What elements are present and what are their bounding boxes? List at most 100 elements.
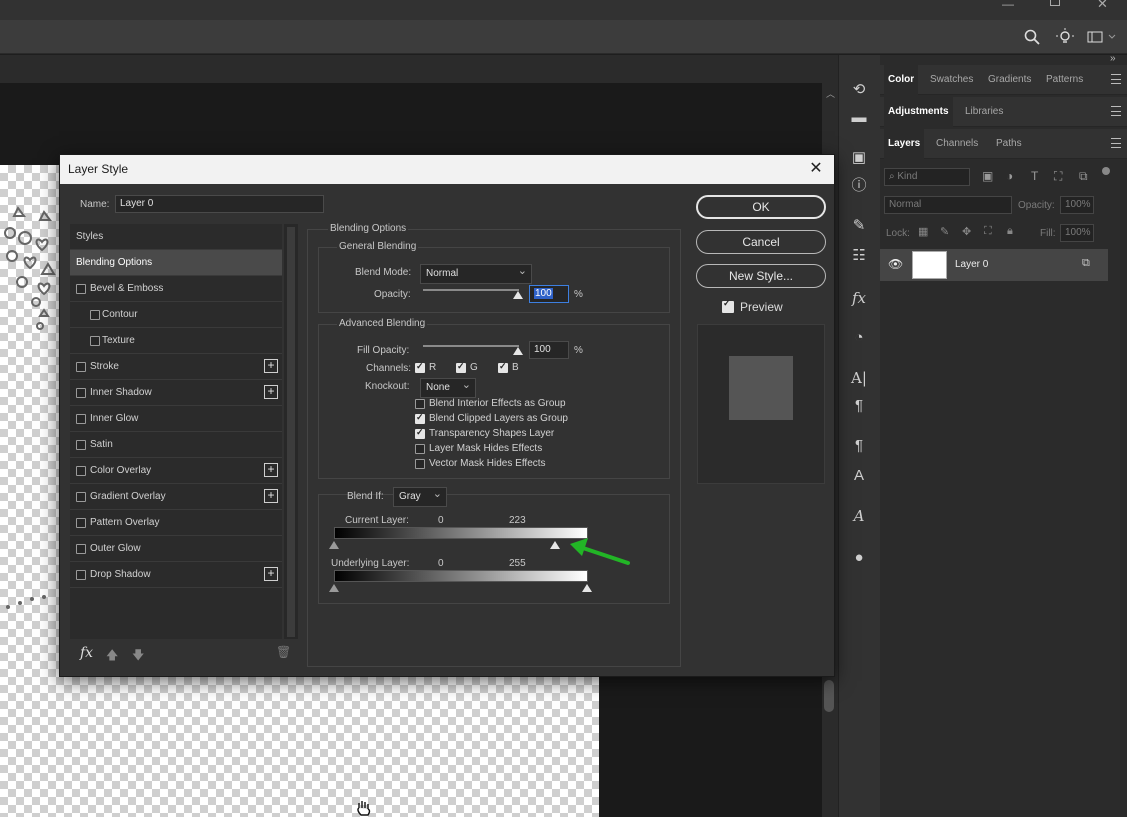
layer-fill-field[interactable]: 100% [1060,224,1094,242]
current-layer-white-slider[interactable] [550,541,560,549]
advanced-option-checkbox[interactable]: Transparency Shapes Layer [415,426,554,442]
filter-type-icon[interactable]: T [1031,169,1038,183]
paragraph-icon[interactable]: ¶ [847,395,871,417]
filter-smartobject-icon[interactable]: ⧉ [1079,169,1088,184]
add-effect-icon[interactable]: + [264,359,278,373]
checkbox[interactable] [415,444,425,454]
trash-icon[interactable]: 🗑︎ [276,645,291,659]
channel-g-checkbox[interactable]: G [456,360,478,376]
glyphs-icon[interactable]: A [847,505,871,527]
advanced-option-checkbox[interactable]: Blend Interior Effects as Group [415,398,566,412]
scrollbar-thumb[interactable] [824,680,834,712]
lock-all-icon[interactable]: 🔒︎ [1007,225,1013,238]
paragraph-styles-icon[interactable]: ¶ [847,435,871,457]
style-item[interactable]: Gradient Overlay + [70,484,282,510]
opacity-slider-track[interactable] [423,289,519,291]
tab-paths[interactable]: Paths [992,129,1026,159]
visibility-eye-icon[interactable]: 👁︎ [888,257,903,271]
tab-gradients[interactable]: Gradients [984,65,1035,95]
fill-opacity-slider-thumb[interactable] [513,347,523,355]
opacity-slider-thumb[interactable] [513,291,523,299]
add-effect-icon[interactable]: + [264,463,278,477]
character-styles-icon[interactable]: A [847,465,871,487]
panel-menu-icon[interactable] [1111,106,1121,116]
close-icon[interactable]: ✕ [806,159,826,179]
style-item[interactable]: Contour [70,302,282,328]
style-item[interactable]: Styles [70,224,282,250]
fill-opacity-slider-track[interactable] [423,345,519,347]
add-effect-icon[interactable]: + [264,567,278,581]
advanced-option-checkbox[interactable]: Blend Clipped Layers as Group [415,411,568,427]
style-checkbox[interactable] [76,388,86,398]
name-input[interactable]: Layer 0 [115,195,324,213]
current-layer-black-slider[interactable] [329,541,339,549]
layer-name[interactable]: Layer 0 [955,259,988,270]
panel-menu-icon[interactable] [1111,74,1121,84]
new-style-button[interactable]: New Style... [696,264,826,288]
checkbox[interactable] [722,298,734,313]
filter-adjustment-icon[interactable]: ◑ [1006,169,1013,183]
materials-icon[interactable]: ● [847,547,871,569]
style-checkbox[interactable] [76,544,86,554]
blend-if-select[interactable]: Gray [393,485,447,507]
style-checkbox[interactable] [76,570,86,580]
style-checkbox[interactable] [76,518,86,528]
styles-scroll-thumb[interactable] [287,227,295,637]
advanced-option-checkbox[interactable]: Vector Mask Hides Effects [415,458,546,472]
style-checkbox[interactable] [76,492,86,502]
tab-libraries[interactable]: Libraries [961,97,1007,127]
fx-icon[interactable]: fx [847,287,871,309]
info-icon[interactable]: ⓘ [847,175,871,197]
style-item[interactable]: Satin [70,432,282,458]
minimize-icon[interactable]: — [1002,0,1016,10]
tab-color[interactable]: Color [884,65,919,95]
checkbox[interactable] [415,411,425,424]
move-down-icon[interactable]: 🡇 [132,646,144,667]
lightbulb-icon[interactable] [1056,28,1074,46]
style-item[interactable]: Color Overlay + [70,458,282,484]
restore-icon[interactable] [1050,0,1060,6]
style-checkbox[interactable] [76,284,86,294]
style-checkbox[interactable] [90,310,100,320]
cancel-button[interactable]: Cancel [696,230,826,254]
blend-mode-select[interactable]: Normal [420,262,532,284]
checkbox[interactable] [415,399,425,409]
style-checkbox[interactable] [76,414,86,424]
style-item[interactable]: Stroke + [70,354,282,380]
checkbox[interactable] [415,360,425,373]
filter-pixel-icon[interactable]: ▣ [982,169,993,183]
tab-layers[interactable]: Layers [884,129,925,159]
add-effect-icon[interactable]: + [264,489,278,503]
style-item[interactable]: Bevel & Emboss [70,276,282,302]
character-icon[interactable]: A| [847,367,871,389]
shapes-icon[interactable]: ◔ [847,327,871,349]
opacity-input[interactable]: 100 [529,285,569,303]
workspace-icon[interactable] [1087,31,1117,43]
underlying-layer-gradient[interactable] [334,570,588,582]
advanced-option-checkbox[interactable]: Layer Mask Hides Effects [415,443,542,457]
tab-adjustments[interactable]: Adjustments [884,97,953,127]
tab-swatches[interactable]: Swatches [926,65,977,95]
tab-patterns[interactable]: Patterns [1042,65,1087,95]
channel-r-checkbox[interactable]: R [415,360,436,376]
lock-transparent-icon[interactable]: ▦ [918,225,928,238]
lock-brush-icon[interactable]: ✎ [940,225,949,238]
style-checkbox[interactable] [76,440,86,450]
style-item[interactable]: Inner Glow [70,406,282,432]
layer-opacity-field[interactable]: 100% [1060,196,1094,214]
move-up-icon[interactable]: 🡅 [106,646,118,667]
checkbox[interactable] [415,426,425,439]
adjustments-icon[interactable]: ☷ [847,245,871,267]
close-window-icon[interactable]: ✕ [1097,0,1108,12]
style-item[interactable]: Inner Shadow + [70,380,282,406]
layer-blend-mode[interactable]: Normal [884,196,1012,214]
checkbox[interactable] [415,459,425,469]
scroll-up-icon[interactable]: ︿ [826,87,835,100]
lock-artboard-icon[interactable]: ⛶ [984,225,992,238]
comments-icon[interactable]: ▬ [847,107,871,129]
checkbox[interactable] [498,360,508,373]
ok-button[interactable]: OK [696,195,826,219]
expand-panels-icon[interactable]: » [1110,53,1116,64]
filter-toggle-icon[interactable] [1102,167,1110,175]
panel-menu-icon[interactable] [1111,138,1121,148]
